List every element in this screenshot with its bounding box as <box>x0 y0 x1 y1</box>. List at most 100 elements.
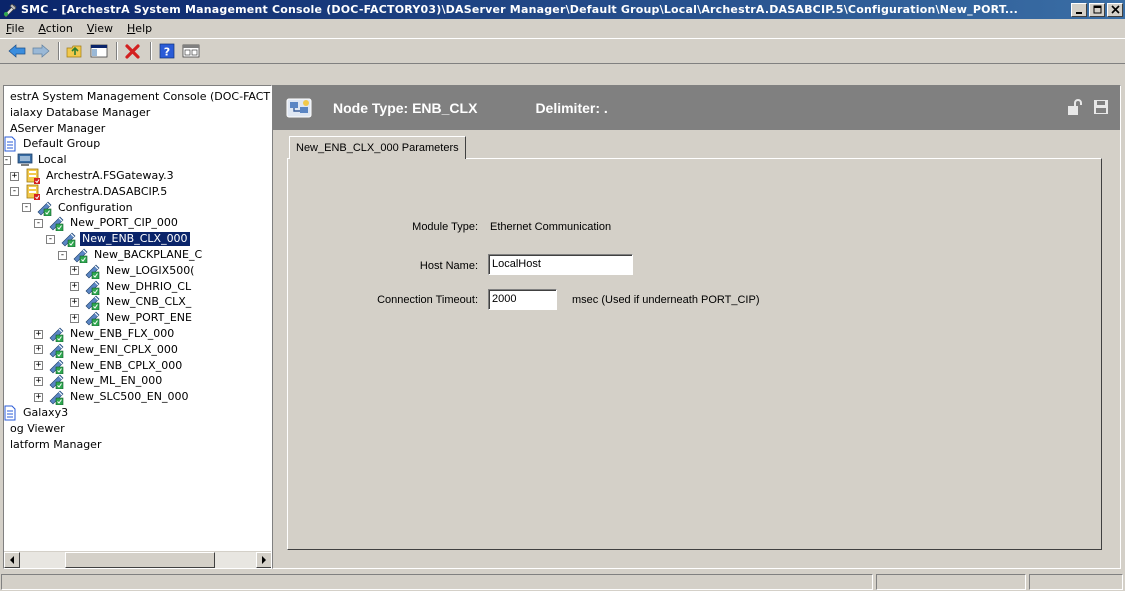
close-button[interactable] <box>1107 2 1123 17</box>
toolbar-separator <box>116 42 118 60</box>
unlock-icon[interactable] <box>1066 98 1084 116</box>
tree-item[interactable]: + New_LOGIX500( <box>70 263 196 280</box>
tree-item[interactable]: + New_ENI_CPLX_000 <box>34 342 180 359</box>
scroll-thumb[interactable] <box>65 552 215 568</box>
collapse-icon[interactable]: - <box>22 203 31 213</box>
tree-item-label[interactable]: estrA System Management Console (DOC-FAC… <box>8 90 271 104</box>
config-icon <box>73 247 89 264</box>
expand-icon[interactable]: + <box>70 266 79 276</box>
menu-view[interactable]: View <box>87 22 113 35</box>
expand-icon[interactable]: + <box>70 313 79 323</box>
tree-item-label[interactable]: New_ENB_CLX_000 <box>79 231 191 248</box>
tree-item[interactable]: + New_SLC500_EN_000 <box>34 389 190 406</box>
tree-item-label[interactable]: New_PORT_CIP_000 <box>68 216 180 230</box>
tree-horizontal-scrollbar[interactable] <box>4 551 271 568</box>
collapse-icon[interactable]: - <box>46 234 55 244</box>
expand-icon[interactable]: + <box>70 297 79 307</box>
menu-file[interactable]: File <box>6 22 24 35</box>
up-folder-icon[interactable] <box>64 41 86 61</box>
tree-item[interactable]: ialaxy Database Manager <box>8 105 152 121</box>
menu-help[interactable]: Help <box>127 22 152 35</box>
collapse-icon[interactable]: - <box>58 250 67 260</box>
collapse-icon[interactable]: - <box>10 187 19 197</box>
tree-item-label[interactable]: AServer Manager <box>8 122 107 136</box>
tree-item-label[interactable]: Configuration <box>56 201 135 215</box>
collapse-icon[interactable]: - <box>34 218 43 228</box>
tree-item[interactable]: - New_ENB_CLX_000 <box>46 231 191 248</box>
delete-icon[interactable] <box>122 41 144 61</box>
help-icon[interactable]: ? <box>156 41 178 61</box>
config-icon <box>49 373 65 390</box>
collapse-icon[interactable]: - <box>4 155 11 165</box>
server-icon <box>25 184 41 200</box>
tree-item[interactable]: + New_DHRIO_CL <box>70 279 193 295</box>
expand-icon[interactable]: + <box>34 376 43 386</box>
save-icon[interactable] <box>1092 98 1110 116</box>
config-icon <box>49 326 65 343</box>
tree-item-label[interactable]: New_PORT_ENE <box>104 311 194 325</box>
menu-action[interactable]: Action <box>38 22 72 35</box>
tree-item-label[interactable]: Default Group <box>21 137 102 151</box>
tree-item[interactable]: Galaxy3 <box>4 405 70 421</box>
tree-item-label[interactable]: New_DHRIO_CL <box>104 280 193 294</box>
smc-app-icon[interactable] <box>2 2 18 18</box>
tree-item-label[interactable]: New_BACKPLANE_C <box>92 248 204 262</box>
tree-item[interactable]: + New_ENB_FLX_000 <box>34 326 176 343</box>
toolbar-separator <box>58 42 60 60</box>
tree-item-label[interactable]: Galaxy3 <box>21 406 70 420</box>
minimize-button[interactable] <box>1071 2 1087 17</box>
tree-item[interactable]: - Local <box>4 152 69 168</box>
tree-item[interactable]: latform Manager <box>8 437 103 453</box>
tree-item-label[interactable]: New_LOGIX500( <box>104 264 196 278</box>
expand-icon[interactable]: + <box>34 345 43 355</box>
console-tree-pane[interactable]: estrA System Management Console (DOC-FAC… <box>3 85 272 569</box>
tree-item[interactable]: og Viewer <box>8 421 67 437</box>
tree-item[interactable]: + ArchestrA.FSGateway.3 <box>10 168 176 184</box>
config-icon <box>61 231 77 248</box>
tree-item-label[interactable]: New_ENB_FLX_000 <box>68 327 176 341</box>
tree-item-label[interactable]: New_ENI_CPLX_000 <box>68 343 180 357</box>
tree-item[interactable]: - New_BACKPLANE_C <box>58 247 204 264</box>
expand-icon[interactable]: + <box>70 282 79 292</box>
tree-item-label[interactable]: Local <box>36 153 69 167</box>
tree-item-label[interactable]: og Viewer <box>8 422 67 436</box>
show-hide-tree-icon[interactable] <box>88 41 110 61</box>
tree-item-label[interactable]: New_SLC500_EN_000 <box>68 390 190 404</box>
properties-icon[interactable] <box>180 41 202 61</box>
config-icon <box>37 200 53 216</box>
tab-parameters[interactable]: New_ENB_CLX_000 Parameters <box>289 136 466 159</box>
expand-icon[interactable]: + <box>34 329 43 339</box>
expand-icon[interactable]: + <box>34 392 43 402</box>
scroll-right-button[interactable] <box>256 552 271 568</box>
expand-icon[interactable]: + <box>34 361 43 371</box>
tree-item-label[interactable]: ArchestrA.FSGateway.3 <box>44 169 176 183</box>
console-tree: estrA System Management Console (DOC-FAC… <box>4 86 271 548</box>
back-arrow-icon[interactable] <box>6 41 28 61</box>
restore-button[interactable] <box>1089 2 1105 17</box>
forward-arrow-icon[interactable] <box>30 41 52 61</box>
tree-item[interactable]: - New_PORT_CIP_000 <box>34 215 180 232</box>
tree-item[interactable]: - ArchestrA.DASABCIP.5 <box>10 184 169 200</box>
tree-item[interactable]: AServer Manager <box>8 121 107 137</box>
tree-item[interactable]: Default Group <box>4 136 102 152</box>
tree-item-label[interactable]: ArchestrA.DASABCIP.5 <box>44 185 169 199</box>
tree-item-label[interactable]: latform Manager <box>8 438 103 452</box>
tree-item[interactable]: + New_CNB_CLX_ <box>70 294 193 311</box>
tree-item[interactable]: estrA System Management Console (DOC-FAC… <box>8 89 271 105</box>
tree-item[interactable]: + New_ENB_CPLX_000 <box>34 358 184 374</box>
computer-icon <box>17 152 33 168</box>
tree-item-label[interactable]: New_ENB_CPLX_000 <box>68 359 184 373</box>
expand-icon[interactable]: + <box>10 171 19 181</box>
host-name-input[interactable]: LocalHost <box>488 254 633 275</box>
document-icon <box>4 405 18 421</box>
tree-item-label[interactable]: New_ML_EN_000 <box>68 374 164 388</box>
status-bar <box>0 573 1125 591</box>
tree-item-label[interactable]: ialaxy Database Manager <box>8 106 152 120</box>
connection-timeout-input[interactable]: 2000 <box>488 289 557 310</box>
tree-item[interactable]: - Configuration <box>22 200 135 216</box>
scroll-left-button[interactable] <box>4 552 20 568</box>
tree-item[interactable]: + New_ML_EN_000 <box>34 373 164 390</box>
timeout-unit-note: msec (Used if underneath PORT_CIP) <box>572 294 760 306</box>
tree-item[interactable]: + New_PORT_ENE <box>70 310 194 327</box>
tree-item-label[interactable]: New_CNB_CLX_ <box>104 295 193 309</box>
